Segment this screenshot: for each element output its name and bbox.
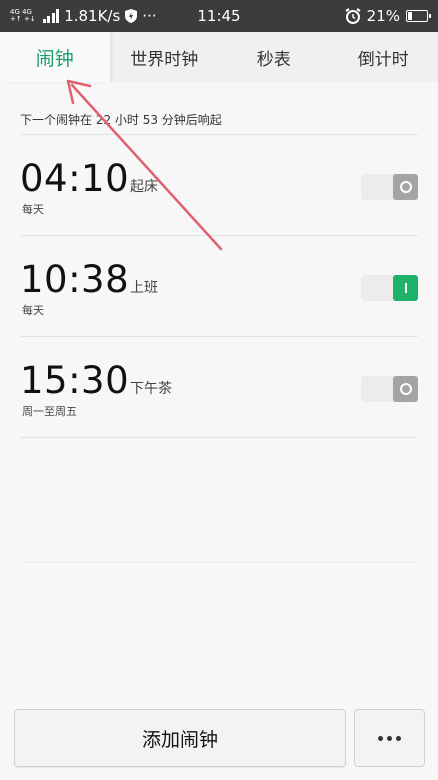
tab-alarm[interactable]: 闹钟 bbox=[0, 32, 110, 82]
next-alarm-info: 下一个闹钟在 22 小时 53 分钟后响起 bbox=[20, 113, 222, 127]
more-dots-icon bbox=[378, 735, 383, 741]
network-speed: 1.81K/s bbox=[64, 7, 121, 25]
alarm-item[interactable]: 15:30 下午茶 周一至周五 bbox=[0, 337, 438, 438]
alarm-toggle[interactable] bbox=[361, 174, 418, 200]
alarm-time: 10:38 bbox=[20, 258, 130, 301]
add-alarm-button[interactable]: 添加闹钟 bbox=[14, 709, 346, 767]
tab-bar: 闹钟 世界时钟 秒表 倒计时 bbox=[0, 32, 438, 82]
alarm-repeat: 每天 bbox=[22, 203, 44, 216]
shield-icon bbox=[125, 9, 138, 23]
divider bbox=[20, 437, 418, 438]
alarm-time: 04:10 bbox=[20, 157, 130, 200]
alarm-item[interactable]: 04:10 起床 每天 bbox=[0, 135, 438, 236]
more-notifications-icon: ··· bbox=[142, 7, 157, 25]
alarm-repeat: 周一至周五 bbox=[22, 405, 77, 418]
status-time: 11:45 bbox=[197, 7, 241, 25]
alarm-time: 15:30 bbox=[20, 359, 130, 402]
network-type-indicator: 4G 4G +↑ +↓ bbox=[10, 8, 36, 23]
tab-timer[interactable]: 倒计时 bbox=[329, 32, 438, 82]
tab-world-clock[interactable]: 世界时钟 bbox=[110, 32, 220, 82]
alarm-label: 上班 bbox=[130, 280, 158, 296]
battery-percent: 21% bbox=[366, 7, 400, 25]
divider bbox=[20, 562, 418, 563]
alarm-toggle[interactable] bbox=[361, 275, 418, 301]
more-options-button[interactable] bbox=[354, 709, 425, 767]
alarm-toggle[interactable] bbox=[361, 376, 418, 402]
toggle-off-icon bbox=[393, 174, 418, 200]
battery-icon bbox=[406, 10, 431, 22]
alarm-label: 起床 bbox=[130, 179, 158, 195]
toggle-off-icon bbox=[393, 376, 418, 402]
toggle-on-icon bbox=[393, 275, 418, 301]
alarm-repeat: 每天 bbox=[22, 304, 44, 317]
signal-icon bbox=[42, 9, 60, 23]
alarm-item[interactable]: 10:38 上班 每天 bbox=[0, 236, 438, 337]
tab-stopwatch[interactable]: 秒表 bbox=[219, 32, 329, 82]
status-bar: 4G 4G +↑ +↓ 1.81K/s ··· 11:45 21% bbox=[0, 0, 438, 32]
alarm-clock-icon bbox=[345, 8, 361, 24]
alarm-label: 下午茶 bbox=[130, 381, 172, 397]
